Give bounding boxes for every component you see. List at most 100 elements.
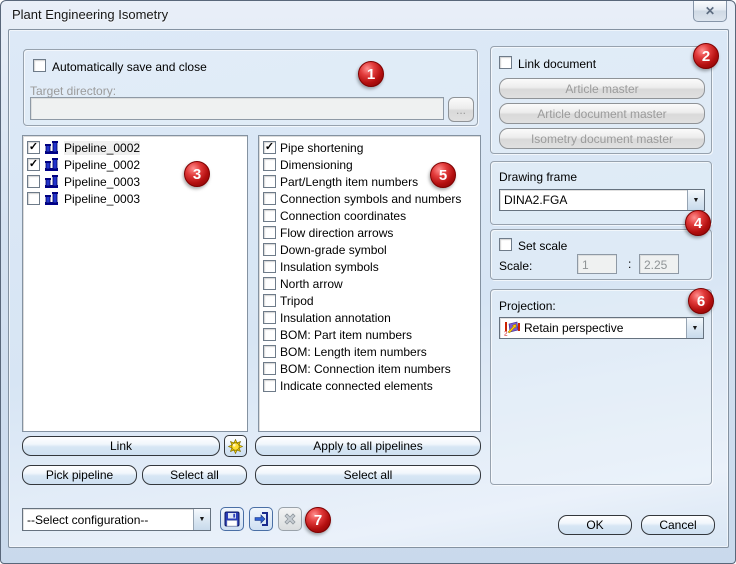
option-row[interactable]: Down-grade symbol	[259, 241, 480, 258]
select-all-pipelines-button[interactable]: Select all	[142, 465, 247, 485]
import-icon	[253, 511, 269, 527]
pipeline-row[interactable]: ✓ Pipeline_0002	[23, 156, 247, 173]
gear-icon	[227, 438, 244, 454]
row-label: Connection symbols and numbers	[280, 191, 462, 206]
option-row[interactable]: Insulation symbols	[259, 258, 480, 275]
checkbox[interactable]	[263, 209, 276, 222]
checkbox[interactable]: ✓	[27, 141, 40, 154]
checkbox[interactable]	[263, 328, 276, 341]
set-scale-checkbox[interactable]	[499, 238, 512, 251]
configuration-value: --Select configuration--	[27, 512, 149, 527]
autosave-group: Automatically save and close Target dire…	[23, 49, 478, 126]
pipeline-row[interactable]: Pipeline_0003	[23, 173, 247, 190]
option-row[interactable]: BOM: Part item numbers	[259, 326, 480, 343]
row-label: Dimensioning	[280, 157, 353, 172]
checkbox[interactable]	[263, 379, 276, 392]
checkbox[interactable]	[263, 294, 276, 307]
projection-group: Projection: 2 Retain perspective ▼	[490, 289, 712, 485]
set-scale-group: Set scale Scale: 1 : 2.25	[490, 229, 712, 280]
option-row[interactable]: Tripod	[259, 292, 480, 309]
annotation-badge-4: 4	[685, 210, 711, 236]
checkbox[interactable]	[263, 192, 276, 205]
autosave-checkbox[interactable]	[33, 59, 46, 72]
option-row[interactable]: Indicate connected elements	[259, 377, 480, 394]
row-label: Insulation annotation	[280, 310, 391, 325]
pick-pipeline-button[interactable]: Pick pipeline	[22, 465, 137, 485]
projection-icon: 2	[504, 320, 521, 336]
row-label: BOM: Length item numbers	[280, 344, 427, 359]
pipeline-row[interactable]: Pipeline_0003	[23, 190, 247, 207]
article-document-master-button: Article document master	[499, 103, 705, 124]
checkbox[interactable]	[263, 158, 276, 171]
row-label: Flow direction arrows	[280, 225, 394, 240]
checkbox[interactable]	[263, 311, 276, 324]
row-label: Tripod	[280, 293, 314, 308]
annotation-badge-7: 7	[305, 507, 331, 533]
link-button[interactable]: Link	[22, 436, 220, 456]
row-label: Indicate connected elements	[280, 378, 433, 393]
pipeline-icon	[44, 157, 60, 172]
row-label: Pipe shortening	[280, 140, 364, 155]
link-document-label: Link document	[518, 57, 597, 71]
checkbox[interactable]: ✓	[263, 141, 276, 154]
option-row[interactable]: Insulation annotation	[259, 309, 480, 326]
row-label: Pipeline_0002	[64, 157, 141, 172]
drawing-frame-label: Drawing frame	[499, 170, 578, 184]
ok-button[interactable]: OK	[558, 515, 632, 535]
isometry-document-master-button: Isometry document master	[499, 128, 705, 149]
row-label: Pipeline_0003	[64, 191, 141, 206]
checkbox[interactable]	[27, 192, 40, 205]
checkbox[interactable]	[263, 243, 276, 256]
dropdown-arrow-icon[interactable]: ▼	[193, 509, 210, 530]
checkbox[interactable]	[263, 175, 276, 188]
drawing-frame-combobox[interactable]: DINA2.FGA ▼	[499, 189, 705, 211]
annotation-badge-2: 2	[693, 43, 719, 69]
save-configuration-button[interactable]	[220, 507, 244, 531]
checkbox[interactable]	[263, 226, 276, 239]
checkbox[interactable]	[263, 277, 276, 290]
title-bar[interactable]: Plant Engineering Isometry	[1, 1, 735, 29]
cancel-button[interactable]: Cancel	[641, 515, 715, 535]
checkbox[interactable]	[263, 345, 276, 358]
drawing-frame-value: DINA2.FGA	[504, 193, 568, 207]
scale-label: Scale:	[499, 259, 533, 273]
ellipsis-icon: ...	[455, 102, 466, 117]
configuration-combobox[interactable]: --Select configuration-- ▼	[22, 508, 211, 531]
pipeline-icon	[44, 191, 60, 206]
checkbox[interactable]	[27, 175, 40, 188]
option-row[interactable]: Flow direction arrows	[259, 224, 480, 241]
option-row[interactable]: BOM: Length item numbers	[259, 343, 480, 360]
option-row[interactable]: Connection coordinates	[259, 207, 480, 224]
page-title: Plant Engineering Isometry	[12, 7, 169, 22]
target-directory-label: Target directory:	[30, 84, 117, 98]
dropdown-arrow-icon[interactable]: ▼	[687, 190, 704, 210]
apply-to-all-pipelines-button[interactable]: Apply to all pipelines	[255, 436, 481, 456]
projection-combobox[interactable]: 2 Retain perspective ▼	[499, 317, 704, 339]
article-master-button: Article master	[499, 78, 705, 99]
link-document-checkbox[interactable]	[499, 56, 512, 69]
select-all-options-button[interactable]: Select all	[255, 465, 481, 485]
pipeline-list[interactable]: ✓ Pipeline_0002 ✓ Pipeline_0002 Pipeline_…	[22, 135, 248, 432]
checkbox[interactable]: ✓	[27, 158, 40, 171]
option-row[interactable]: North arrow	[259, 275, 480, 292]
projection-label: Projection:	[499, 299, 556, 313]
option-row[interactable]: ✓ Pipe shortening	[259, 139, 480, 156]
row-label: Down-grade symbol	[280, 242, 387, 257]
close-button[interactable]: ✕	[693, 1, 727, 22]
row-label: Connection coordinates	[280, 208, 407, 223]
load-configuration-button[interactable]	[249, 507, 273, 531]
row-label: Pipeline_0002	[64, 140, 141, 155]
checkbox[interactable]	[263, 260, 276, 273]
scale-denominator-input: 2.25	[639, 254, 679, 274]
dialog-window: Plant Engineering Isometry ✕ Automatical…	[0, 0, 736, 564]
browse-button: ...	[448, 97, 474, 122]
dropdown-arrow-icon[interactable]: ▼	[686, 318, 703, 338]
row-label: Pipeline_0003	[64, 174, 141, 189]
settings-button[interactable]	[224, 435, 247, 457]
link-document-group: Link document Article master Article doc…	[490, 46, 712, 154]
option-row[interactable]: BOM: Connection item numbers	[259, 360, 480, 377]
checkbox[interactable]	[263, 362, 276, 375]
pipeline-row[interactable]: ✓ Pipeline_0002	[23, 139, 247, 156]
autosave-label: Automatically save and close	[52, 60, 207, 74]
option-row[interactable]: Connection symbols and numbers	[259, 190, 480, 207]
